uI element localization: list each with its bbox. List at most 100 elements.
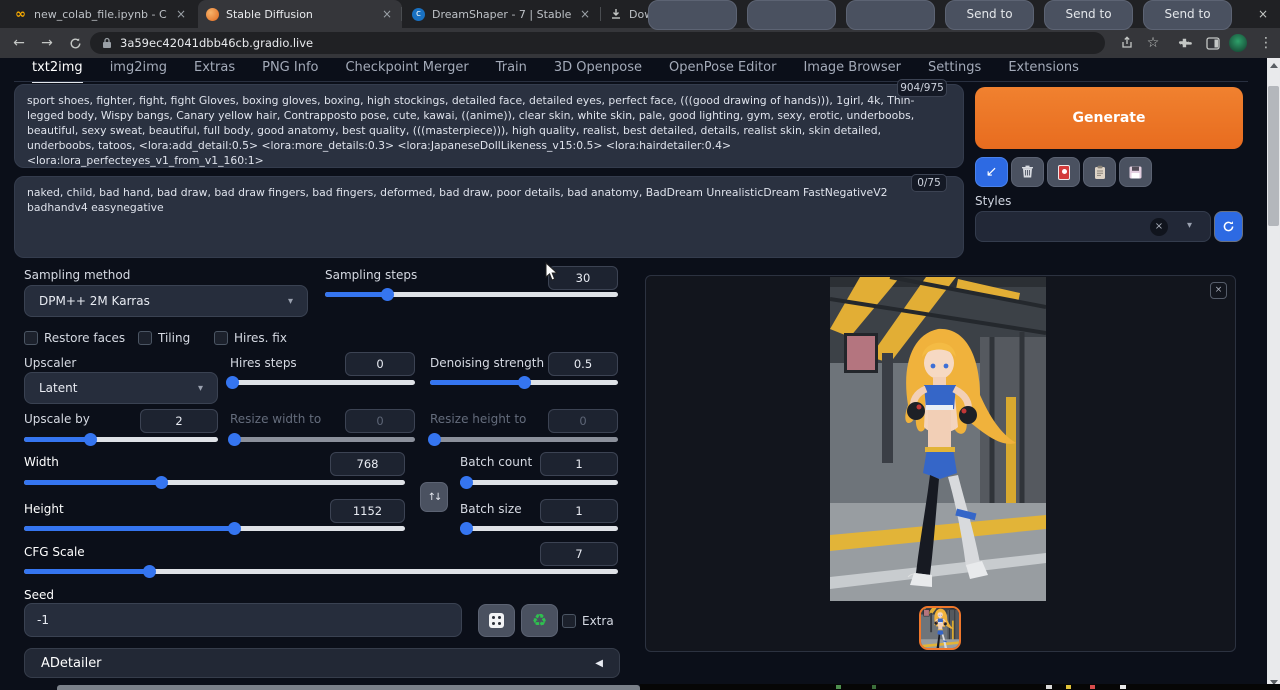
upscaler-dropdown[interactable]: Latent ▾: [24, 372, 218, 404]
hires-steps-value[interactable]: 0: [345, 352, 415, 376]
denoising-slider[interactable]: [430, 380, 618, 385]
tab-3d-openpose[interactable]: 3D Openpose: [554, 60, 642, 83]
batch-count-label: Batch count: [460, 455, 532, 469]
upscale-by-value[interactable]: 2: [140, 409, 218, 433]
adetailer-label: ADetailer: [41, 656, 595, 671]
width-slider[interactable]: [24, 480, 405, 485]
tab-openpose-editor[interactable]: OpenPose Editor: [669, 60, 776, 83]
hires-steps-slider[interactable]: [230, 380, 415, 385]
tab-image-browser[interactable]: Image Browser: [803, 60, 901, 83]
hires-fix-label: Hires. fix: [234, 331, 287, 345]
height-slider[interactable]: [24, 526, 405, 531]
civitai-icon: c: [412, 8, 425, 21]
batch-size-value[interactable]: 1: [540, 499, 618, 523]
styles-dropdown[interactable]: × ▾: [975, 211, 1211, 242]
random-seed-button[interactable]: [478, 604, 515, 637]
gallery-thumbnail-selected[interactable]: [919, 606, 961, 650]
slider-thumb[interactable]: [460, 522, 473, 535]
batch-count-slider[interactable]: [460, 480, 618, 485]
url-text: 3a59ec42041dbb46cb.gradio.live: [120, 36, 313, 50]
sampling-method-dropdown[interactable]: DPM++ 2M Karras ▾: [24, 285, 308, 317]
bookmark-star-icon[interactable]: ☆: [1143, 34, 1163, 52]
batch-count-value[interactable]: 1: [540, 452, 618, 476]
tab-close-icon[interactable]: ×: [578, 7, 592, 21]
prompt-input[interactable]: sport shoes, fighter, fight, fight Glove…: [14, 84, 964, 168]
generated-image[interactable]: [830, 277, 1046, 601]
extra-networks-button[interactable]: [1047, 157, 1080, 187]
reuse-seed-button[interactable]: ♻: [521, 604, 558, 637]
tab-extras[interactable]: Extras: [194, 60, 235, 83]
extra-seed-checkbox[interactable]: [562, 614, 576, 628]
output-button-save[interactable]: [648, 0, 737, 30]
upscale-by-slider[interactable]: [24, 437, 218, 442]
negative-prompt-input[interactable]: naked, child, bad hand, bad draw, bad dr…: [14, 176, 964, 258]
tiling-checkbox[interactable]: [138, 331, 152, 345]
slider-thumb[interactable]: [518, 376, 531, 389]
send-to-extras-button[interactable]: Send to: [1143, 0, 1232, 30]
slider-thumb[interactable]: [155, 476, 168, 489]
image-close-icon[interactable]: ×: [1210, 282, 1227, 299]
seed-input[interactable]: -1: [24, 603, 462, 637]
tab-close-icon[interactable]: ×: [380, 7, 394, 21]
denoising-value[interactable]: 0.5: [548, 352, 618, 376]
slider-thumb[interactable]: [143, 565, 156, 578]
clear-prompt-button[interactable]: [1011, 157, 1044, 187]
slider-thumb[interactable]: [226, 376, 239, 389]
adetailer-accordion[interactable]: ADetailer ◀: [24, 648, 620, 678]
back-icon[interactable]: ←: [8, 32, 30, 54]
close-window-button[interactable]: ×: [1246, 0, 1280, 28]
width-value[interactable]: 768: [330, 452, 405, 476]
generate-button[interactable]: Generate: [975, 87, 1243, 149]
forward-icon[interactable]: →: [36, 32, 58, 54]
tab-txt2img[interactable]: txt2img: [32, 60, 83, 83]
batch-size-slider[interactable]: [460, 526, 618, 531]
output-button-3[interactable]: [846, 0, 935, 30]
height-value[interactable]: 1152: [330, 499, 405, 523]
tab-checkpoint-merger[interactable]: Checkpoint Merger: [345, 60, 468, 83]
extra-networks-card-icon: [1058, 165, 1070, 180]
slider-thumb[interactable]: [84, 433, 97, 446]
denoising-label: Denoising strength: [430, 356, 544, 370]
chevron-down-icon[interactable]: ▾: [1187, 220, 1192, 231]
scroll-up-icon[interactable]: [1267, 58, 1280, 73]
side-panel-icon[interactable]: [1203, 34, 1223, 52]
tab-extensions[interactable]: Extensions: [1008, 60, 1079, 83]
cfg-scale-slider[interactable]: [24, 569, 618, 574]
tab-close-icon[interactable]: ×: [174, 7, 188, 21]
extensions-puzzle-icon[interactable]: [1175, 34, 1195, 52]
sampling-steps-label: Sampling steps: [325, 268, 417, 282]
share-icon[interactable]: [1117, 34, 1137, 52]
hires-fix-checkbox[interactable]: [214, 331, 228, 345]
kebab-menu-icon[interactable]: ⋮: [1256, 34, 1276, 52]
clipboard-icon: [1094, 165, 1106, 180]
output-button-zip[interactable]: [747, 0, 836, 30]
styles-clear-icon[interactable]: ×: [1150, 218, 1168, 236]
save-style-button[interactable]: [1119, 157, 1152, 187]
browser-tab-stable-diffusion[interactable]: Stable Diffusion ×: [198, 0, 402, 28]
profile-avatar[interactable]: [1228, 34, 1248, 52]
tab-train[interactable]: Train: [496, 60, 527, 83]
slider-thumb[interactable]: [228, 522, 241, 535]
apply-style-button[interactable]: [1083, 157, 1116, 187]
refresh-styles-button[interactable]: [1214, 211, 1243, 242]
browser-tab-colab[interactable]: ∞ new_colab_file.ipynb - Colaborat ×: [6, 0, 196, 28]
tab-img2img[interactable]: img2img: [110, 60, 167, 83]
page-scrollbar[interactable]: [1267, 58, 1280, 690]
tab-png-info[interactable]: PNG Info: [262, 60, 318, 83]
restore-faces-checkbox[interactable]: [24, 331, 38, 345]
send-to-inpaint-button[interactable]: Send to: [1044, 0, 1133, 30]
cfg-scale-value[interactable]: 7: [540, 542, 618, 566]
send-to-img2img-button[interactable]: Send to: [945, 0, 1034, 30]
slider-thumb[interactable]: [460, 476, 473, 489]
resize-height-label: Resize height to: [430, 412, 526, 426]
slider-thumb[interactable]: [381, 288, 394, 301]
swap-dimensions-button[interactable]: ↑↓: [420, 482, 448, 512]
address-bar[interactable]: 3a59ec42041dbb46cb.gradio.live: [90, 32, 1105, 54]
browser-tab-dreamshaper[interactable]: c DreamShaper - 7 | Stable Diffusi ×: [404, 0, 600, 28]
scrollbar-thumb[interactable]: [1268, 86, 1279, 226]
styles-label: Styles: [975, 194, 1011, 208]
read-params-button[interactable]: ↙: [975, 157, 1008, 187]
reload-icon[interactable]: [64, 32, 86, 54]
sampling-steps-slider[interactable]: [325, 292, 618, 297]
download-icon: [610, 8, 622, 20]
